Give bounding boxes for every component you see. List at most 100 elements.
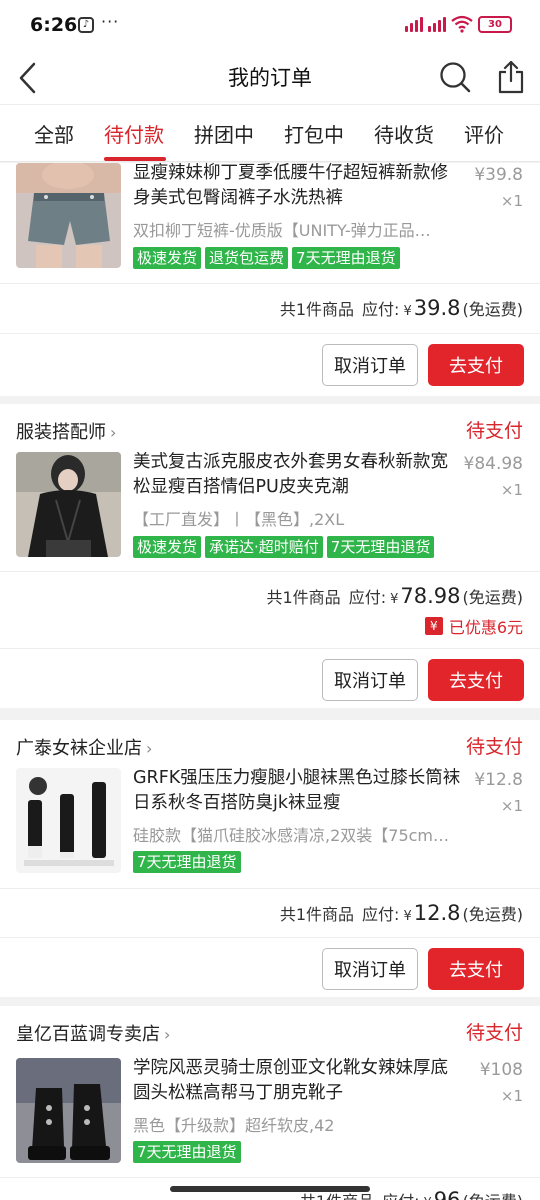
cancel-order-button[interactable]: 取消订单	[322, 344, 418, 386]
product-title[interactable]: 美式复古派克服皮衣外套男女春秋新款宽松显瘦百搭情侣PU皮夹克潮	[133, 450, 463, 500]
product-title[interactable]: 显瘦辣妹柳丁夏季低腰牛仔超短裤新款修身美式包臀阔裤子水洗热裤	[133, 161, 463, 211]
shop-name[interactable]: 皇亿百蓝调专卖店 ›	[16, 1020, 170, 1046]
service-tag: 极速发货	[133, 536, 202, 558]
more-notifications-icon: ···	[101, 12, 120, 31]
divider	[0, 333, 540, 334]
service-tag: 极速发货	[133, 247, 202, 269]
divider	[0, 937, 540, 938]
order-status: 待支付	[465, 1022, 523, 1044]
order-summary: 共1件商品 应付: ¥ 12.8 (免运费)	[280, 901, 523, 925]
product-price: ¥12.8	[474, 770, 523, 790]
service-tag: 7天无理由退货	[326, 536, 435, 558]
home-indicator[interactable]	[170, 1186, 370, 1192]
product-title[interactable]: GRFK强压压力瘦腿小腿袜黑色过膝长筒袜日系秋冬百搭防臭jk袜显瘦	[133, 766, 463, 816]
pay-button[interactable]: 去支付	[428, 659, 524, 701]
divider	[0, 571, 540, 572]
payable-amount: 39.8	[413, 296, 461, 320]
cancel-order-button[interactable]: 取消订单	[322, 659, 418, 701]
order-card: 显瘦辣妹柳丁夏季低腰牛仔超短裤新款修身美式包臀阔裤子水洗热裤 ¥39.8 ×1 …	[0, 163, 540, 396]
shipping-note: (免运费)	[462, 588, 524, 607]
product-title[interactable]: 学院风恶灵骑士原创亚文化靴女辣妹厚底圆头松糕高帮马丁朋克靴子	[133, 1056, 463, 1106]
product-price: ¥84.98	[463, 454, 523, 474]
nav-bar: 我的订单	[0, 52, 540, 104]
product-spec: 双扣柳丁短裤-优质版【UNITY-弹力正品…	[133, 221, 431, 240]
item-count: 共1件商品	[279, 905, 355, 924]
service-tag: 承诺达·超时赔付	[205, 536, 323, 558]
product-quantity: ×1	[500, 797, 523, 815]
currency-symbol: ¥	[403, 304, 412, 319]
service-tag: 7天无理由退货	[133, 851, 241, 873]
tiktok-icon: ♪	[78, 17, 94, 33]
order-tabs: 全部 待付款 拼团中 打包中 待收货 评价	[0, 104, 540, 162]
search-icon[interactable]	[438, 60, 472, 94]
tab-all[interactable]: 全部	[34, 119, 74, 148]
pay-button[interactable]: 去支付	[428, 948, 524, 990]
wifi-icon	[451, 15, 473, 33]
service-tags: 极速发货 承诺达·超时赔付 7天无理由退货	[133, 536, 435, 558]
shop-name[interactable]: 服装搭配师 ›	[16, 418, 116, 444]
order-summary: 共1件商品 应付: ¥ 39.8 (免运费)	[280, 296, 523, 320]
order-card: 皇亿百蓝调专卖店 › 待支付 学院风恶灵骑士原创亚文化靴女辣妹厚底圆头松糕高帮马丁…	[0, 1006, 540, 1200]
shop-name[interactable]: 广泰女袜企业店 ›	[16, 734, 152, 760]
order-card: 广泰女袜企业店 › 待支付 GRFK强压压力瘦腿小腿袜黑色过膝长筒袜日系秋冬百搭防…	[0, 720, 540, 997]
currency-symbol: ¥	[390, 592, 399, 607]
payable-amount: 12.8	[413, 901, 461, 925]
payable-label: 应付:	[362, 300, 400, 319]
tab-packing[interactable]: 打包中	[284, 119, 344, 148]
divider	[0, 283, 540, 284]
tab-review[interactable]: 评价	[464, 119, 504, 148]
divider	[0, 888, 540, 889]
currency-symbol: ¥	[423, 1196, 431, 1200]
service-tags: 极速发货 退货包运费 7天无理由退货	[133, 247, 400, 269]
battery-icon: 30	[478, 15, 512, 33]
product-spec: 【工厂直发】丨【黑色】,2XL	[133, 510, 345, 529]
status-bar: 6:26 ♪ ··· 30	[0, 0, 540, 52]
signal-icon	[405, 16, 423, 32]
coupon-icon: ¥	[424, 617, 443, 635]
product-spec: 硅胶款【猫爪硅胶冰感清凉,2双装【75cm…	[133, 826, 450, 845]
chevron-right-icon: ›	[146, 739, 153, 758]
shop-name-text: 皇亿百蓝调专卖店	[16, 1024, 160, 1045]
shop-name-text: 广泰女袜企业店	[16, 738, 142, 759]
chevron-right-icon: ›	[164, 1025, 171, 1044]
divider	[0, 648, 540, 649]
divider	[0, 1177, 540, 1178]
product-image[interactable]	[16, 452, 121, 557]
payable-label: 应付:	[382, 1188, 419, 1200]
product-image[interactable]	[16, 1058, 121, 1163]
status-time: 6:26	[30, 14, 78, 36]
product-price: ¥108	[479, 1060, 523, 1080]
service-tags: 7天无理由退货	[133, 1141, 241, 1163]
share-icon[interactable]	[496, 59, 526, 95]
order-status: 待支付	[465, 736, 523, 758]
pay-button[interactable]: 去支付	[428, 344, 524, 386]
shipping-note: (免运费)	[462, 905, 524, 924]
tab-to-receive[interactable]: 待收货	[374, 119, 434, 148]
item-count: 共1件商品	[279, 300, 355, 319]
order-summary: 共1件商品 应付: ¥ 78.98 (免运费)	[267, 584, 524, 608]
payable-amount: 96	[433, 1188, 461, 1200]
product-quantity: ×1	[500, 192, 523, 210]
service-tags: 7天无理由退货	[133, 851, 241, 873]
shop-name-text: 服装搭配师	[16, 422, 106, 443]
service-tag: 7天无理由退货	[292, 247, 400, 269]
shipping-note: (免运费)	[463, 1188, 524, 1200]
product-price: ¥39.8	[474, 165, 523, 185]
product-image[interactable]	[16, 768, 121, 873]
product-spec: 黑色【升级款】超纤软皮,42	[133, 1116, 335, 1135]
signal-2-icon	[428, 16, 446, 32]
tab-group-buy[interactable]: 拼团中	[194, 119, 254, 148]
order-card: 服装搭配师 › 待支付 美式复古派克服皮衣外套男女春秋新款宽松显瘦百搭情侣PU皮夹…	[0, 404, 540, 708]
shipping-note: (免运费)	[462, 300, 524, 319]
payable-label: 应付:	[348, 588, 387, 607]
product-image[interactable]	[16, 163, 121, 268]
item-count: 共1件商品	[266, 588, 341, 607]
product-quantity: ×1	[500, 1087, 523, 1105]
cancel-order-button[interactable]: 取消订单	[322, 948, 418, 990]
product-quantity: ×1	[500, 481, 523, 499]
tab-pending-payment[interactable]: 待付款	[104, 119, 164, 148]
service-tag: 7天无理由退货	[133, 1141, 241, 1163]
discount-text: 已优惠6元	[448, 618, 523, 637]
chevron-right-icon: ›	[110, 423, 117, 442]
service-tag: 退货包运费	[205, 247, 289, 269]
